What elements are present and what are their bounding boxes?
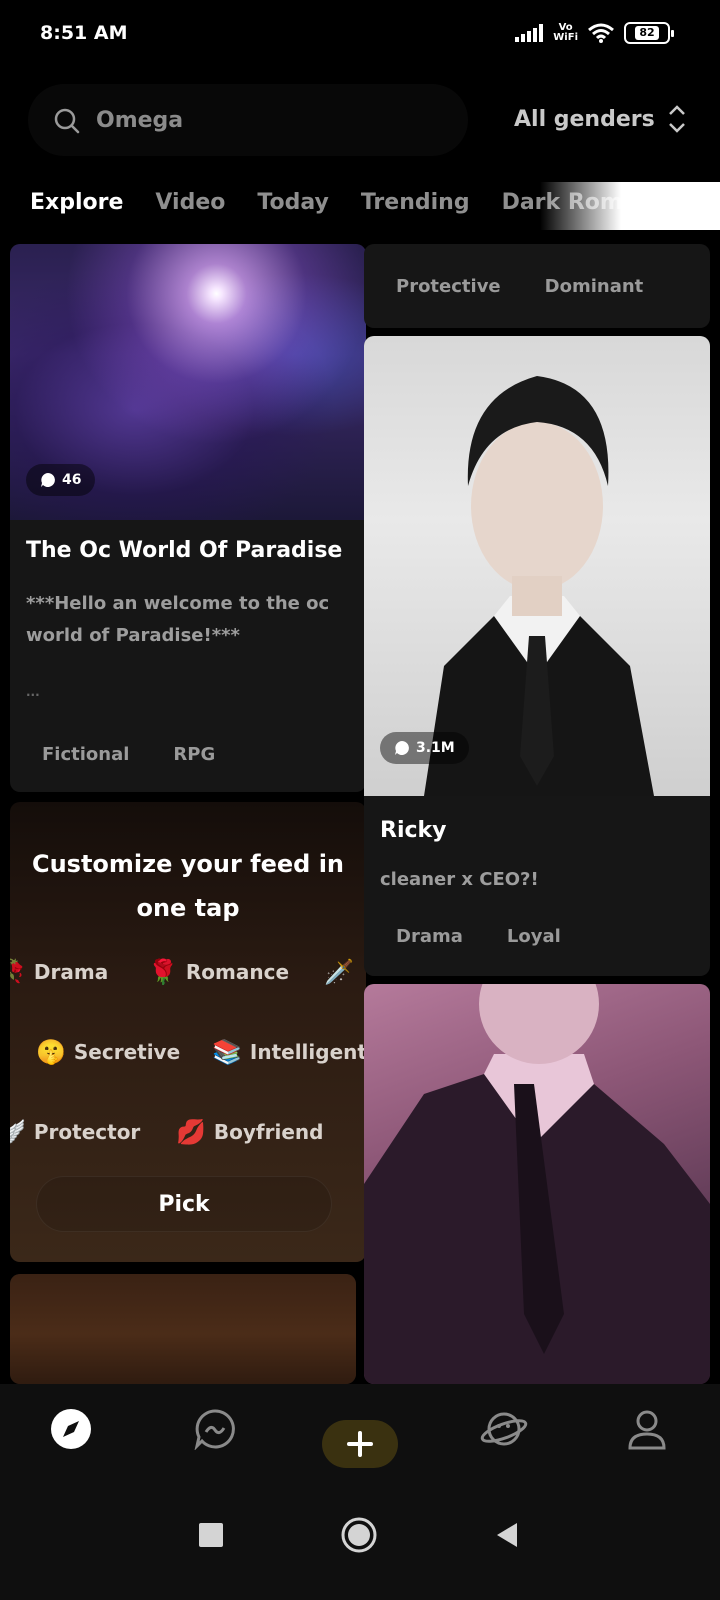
- recents-icon[interactable]: [198, 1522, 224, 1548]
- pref-intelligent[interactable]: 📚 Intelligent: [212, 1038, 366, 1066]
- card-ellipsis: ...: [26, 685, 40, 699]
- pref-label: Boyfriend: [213, 1120, 324, 1144]
- pref-secretive[interactable]: 🤫 Secretive: [36, 1038, 180, 1066]
- signal-icon: [515, 24, 544, 42]
- card-tags: Fictional RPG: [42, 744, 215, 765]
- back-icon[interactable]: [494, 1522, 520, 1548]
- status-bar: 8:51 AM Vo WiFi 82: [0, 0, 720, 70]
- chat-icon: [194, 1409, 235, 1451]
- pref-emoji: 🌹: [148, 958, 178, 986]
- battery-icon: 82: [624, 22, 674, 44]
- create-button[interactable]: [322, 1420, 398, 1468]
- system-navigation-bar: [0, 1494, 720, 1600]
- vowifi-label: Vo WiFi: [553, 22, 578, 43]
- chat-count-badge: 46: [26, 464, 96, 496]
- tab-explore[interactable]: Explore: [30, 190, 123, 215]
- compass-icon: [51, 1409, 91, 1449]
- tag[interactable]: Fictional: [42, 744, 129, 765]
- sort-chevron-icon: [668, 105, 685, 133]
- card-cover-image: [364, 336, 710, 796]
- gender-filter[interactable]: All genders: [514, 104, 687, 134]
- pref-label: Protector: [33, 1120, 141, 1144]
- nav-chats[interactable]: [194, 1408, 236, 1454]
- pref-emoji: 🪽: [10, 1118, 26, 1146]
- character-portrait: [364, 984, 710, 1384]
- tab-video[interactable]: Video: [155, 190, 225, 215]
- sword-icon: 🗡️: [324, 958, 354, 986]
- tag[interactable]: Protective: [396, 276, 501, 297]
- nav-profile[interactable]: [626, 1408, 668, 1454]
- pref-emoji: 🥀: [10, 958, 26, 986]
- card-description: ***Hello an welcome to the oc world of P…: [26, 593, 330, 646]
- planet-icon: [480, 1412, 528, 1446]
- category-tabs: Explore Video Today Trending Dark Romanc…: [0, 182, 720, 234]
- tag[interactable]: Drama: [396, 926, 463, 947]
- chat-count: 3.1M: [416, 740, 455, 756]
- home-icon[interactable]: [340, 1516, 378, 1554]
- chat-count-badge: 3.1M: [380, 732, 469, 764]
- tag[interactable]: Dominant: [545, 276, 644, 297]
- card-title: The Oc World Of Paradise: [26, 538, 343, 563]
- search-bar[interactable]: Omega: [28, 84, 468, 156]
- card-title: Ricky: [380, 818, 447, 843]
- pick-button[interactable]: Pick: [36, 1176, 332, 1232]
- nav-explore[interactable]: [50, 1408, 92, 1454]
- tag[interactable]: RPG: [173, 744, 215, 765]
- tag[interactable]: Loyal: [507, 926, 561, 947]
- story-card-pink[interactable]: [364, 984, 710, 1384]
- pref-boyfriend[interactable]: 💋 Boyfriend: [176, 1118, 323, 1146]
- pref-label: Romance: [185, 960, 290, 984]
- tab-today[interactable]: Today: [257, 190, 328, 215]
- status-time: 8:51 AM: [40, 22, 128, 44]
- pref-label: Drama: [33, 960, 109, 984]
- bottom-navigation: [0, 1384, 720, 1494]
- chat-bubble-icon: [41, 473, 55, 487]
- status-icons: Vo WiFi 82: [515, 22, 674, 44]
- pref-label: Intelligent: [249, 1040, 366, 1064]
- card-cover-image: [10, 1274, 356, 1384]
- pref-drama[interactable]: 🥀 Drama: [10, 958, 108, 986]
- pref-protector[interactable]: 🪽 Protector: [10, 1118, 140, 1146]
- nav-planet[interactable]: [480, 1408, 528, 1454]
- pref-emoji: 📚: [212, 1038, 242, 1066]
- customize-heading: Customize your feed in one tap: [31, 850, 345, 922]
- card-tags: Drama Loyal: [396, 926, 561, 947]
- chat-count: 46: [62, 472, 82, 488]
- customize-feed-card: Customize your feed in one tap 🥀 Drama 🌹…: [10, 802, 366, 1262]
- pref-label: Secretive: [73, 1040, 181, 1064]
- story-card-ricky[interactable]: 3.1M Ricky cleaner x CEO?! Drama Loyal: [364, 336, 710, 976]
- profile-icon: [628, 1410, 666, 1450]
- pref-emoji: 🤫: [36, 1038, 66, 1066]
- tab-trending[interactable]: Trending: [361, 190, 470, 215]
- card-tags: Protective Dominant: [396, 276, 643, 297]
- gender-filter-label: All genders: [514, 106, 655, 132]
- wifi-icon: [588, 23, 614, 43]
- chat-bubble-icon: [395, 741, 409, 755]
- tabs-fade: [540, 182, 720, 230]
- search-placeholder: Omega: [96, 108, 184, 133]
- card-description: cleaner x CEO?!: [380, 869, 539, 890]
- plus-icon: [347, 1431, 373, 1457]
- pref-emoji: 💋: [176, 1118, 206, 1146]
- battery-level: 82: [635, 26, 659, 40]
- story-card-top[interactable]: Protective Dominant: [364, 244, 710, 328]
- story-card-partial[interactable]: [10, 1274, 356, 1384]
- character-portrait: [424, 376, 654, 796]
- story-card-paradise[interactable]: 46 The Oc World Of Paradise ***Hello an …: [10, 244, 366, 792]
- pref-sword[interactable]: 🗡️: [324, 958, 354, 986]
- search-icon: [54, 108, 80, 134]
- pref-romance[interactable]: 🌹 Romance: [148, 958, 289, 986]
- card-cover-image: [364, 984, 710, 1384]
